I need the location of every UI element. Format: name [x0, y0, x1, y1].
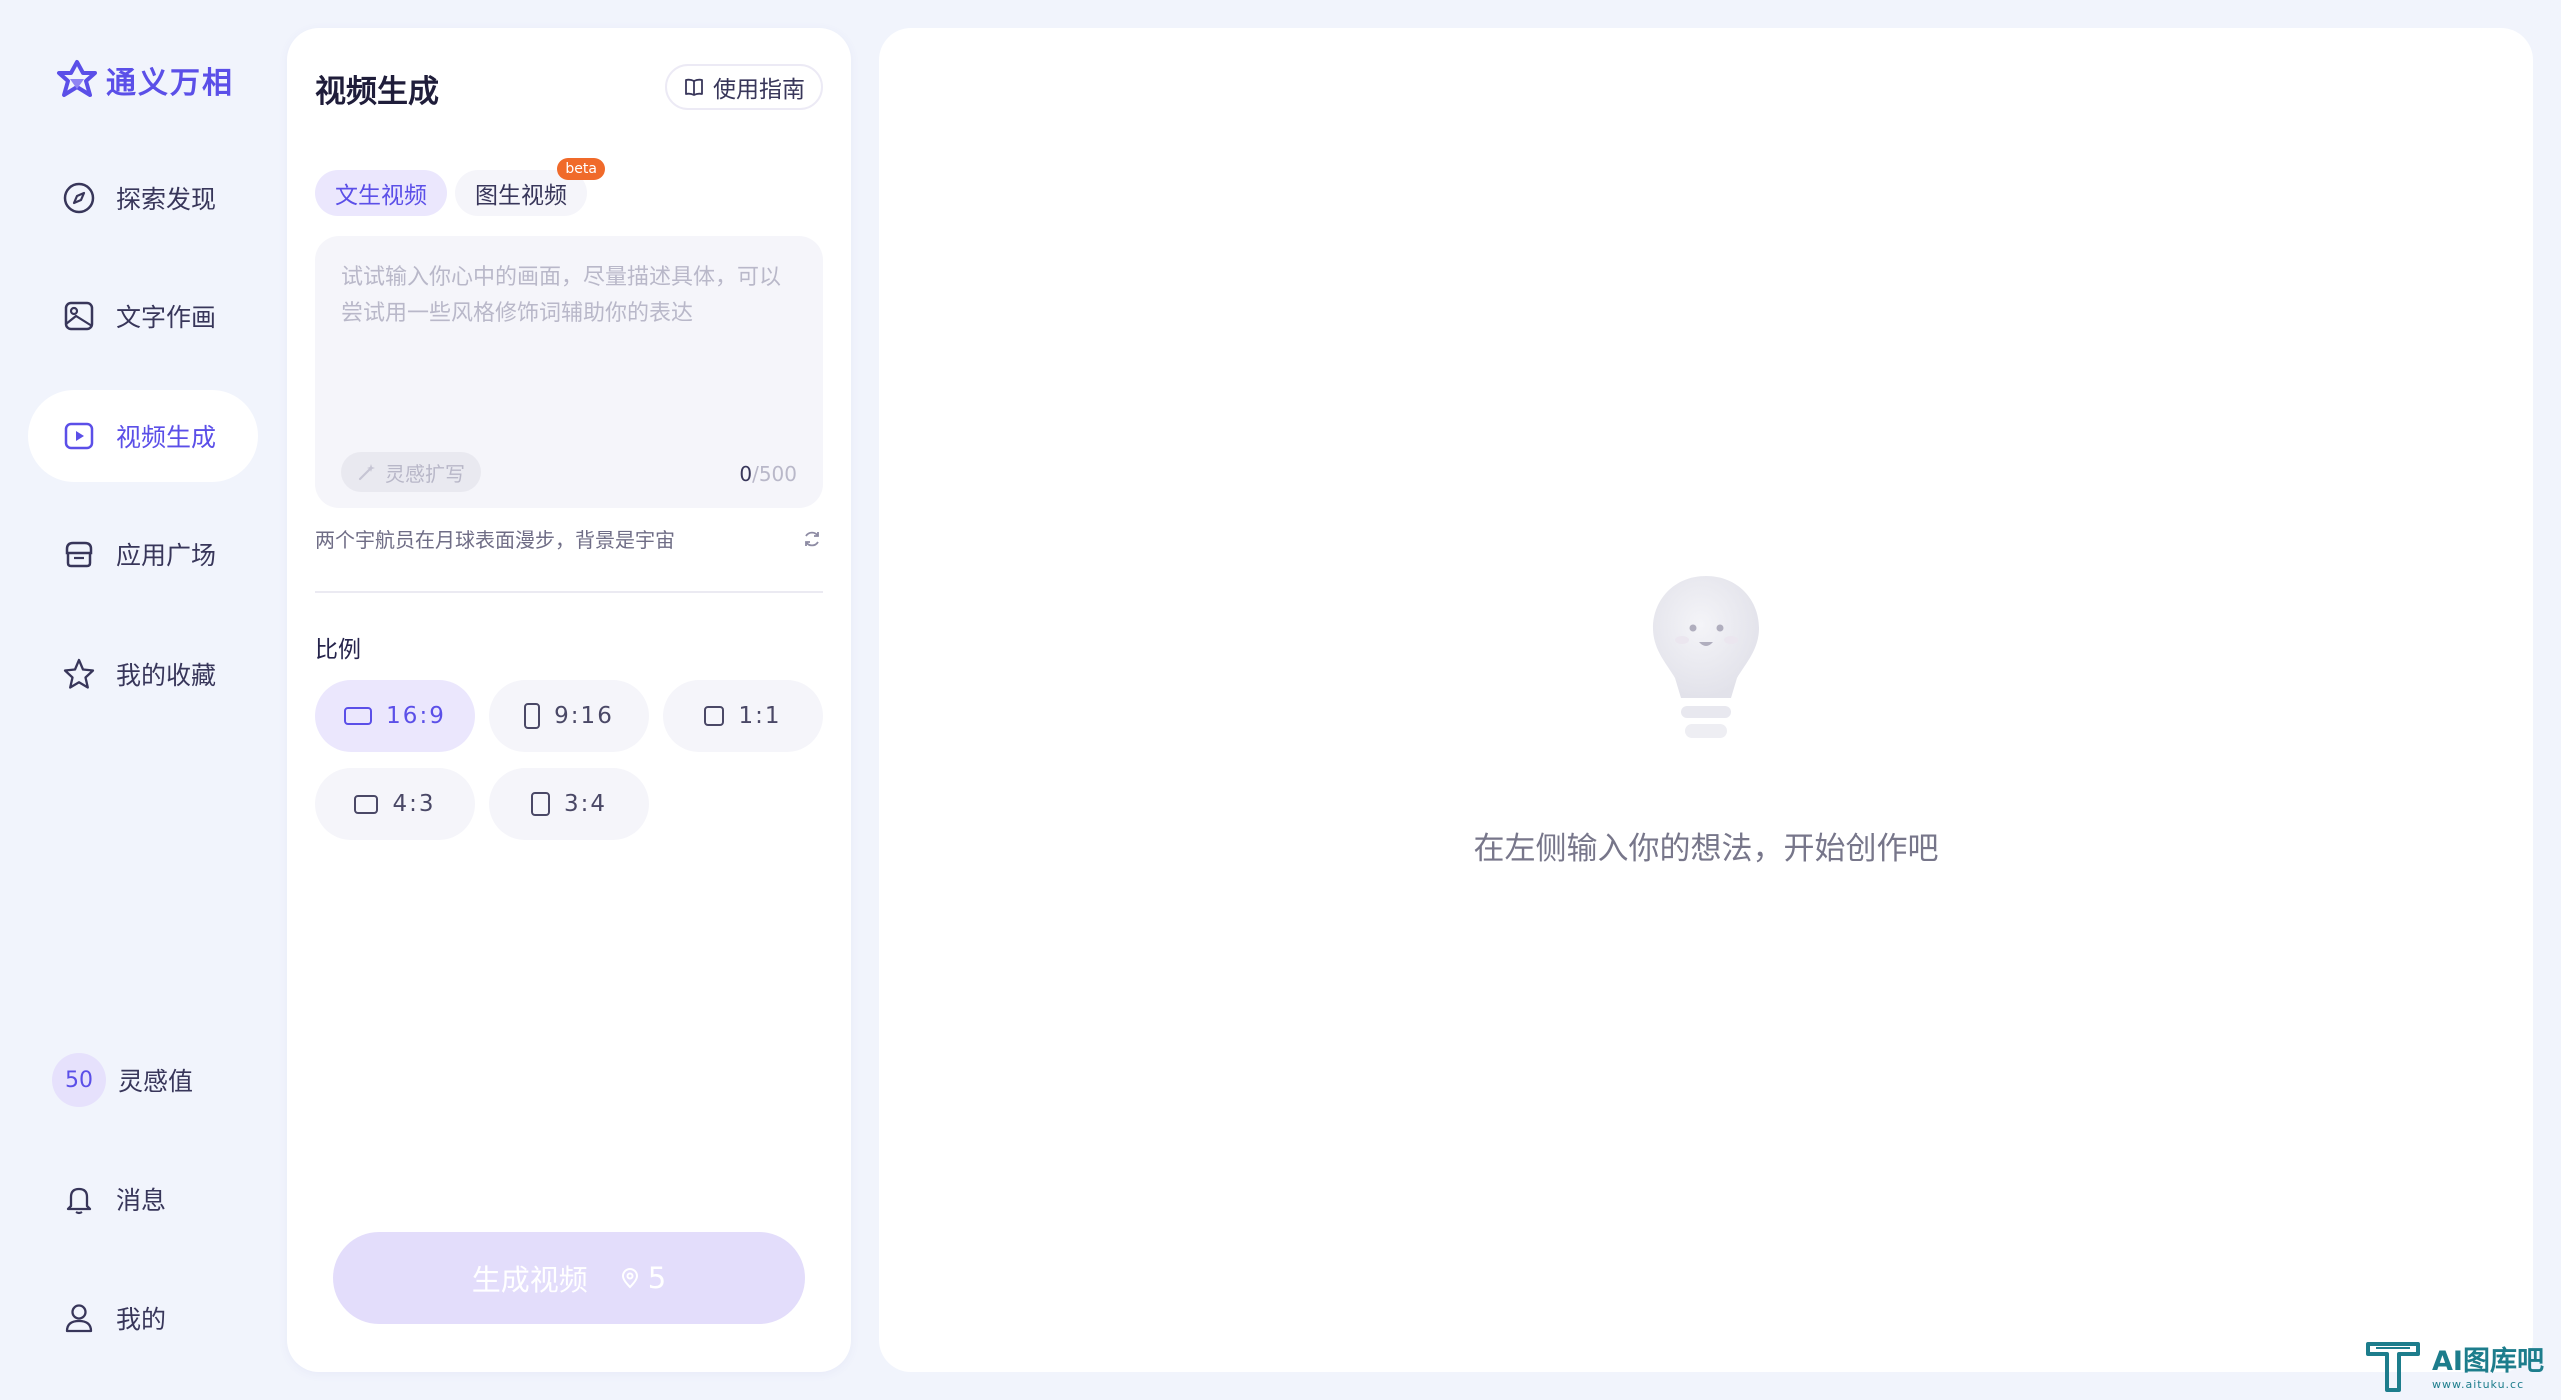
sidebar-item-label: 灵感值	[118, 1067, 194, 1096]
sidebar-item-points[interactable]: 50 灵感值	[28, 1034, 258, 1126]
divider	[315, 591, 823, 593]
square-ratio-icon	[704, 706, 725, 726]
brand-logo[interactable]: 通义万相	[56, 58, 234, 102]
tab-image-to-video[interactable]: 图生视频 beta	[455, 158, 605, 216]
char-count: 0	[739, 462, 753, 486]
sidebar-item-app-square[interactable]: 应用广场	[28, 508, 258, 600]
magic-wand-icon	[358, 464, 375, 481]
user-icon	[62, 1301, 96, 1335]
guide-button[interactable]: 使用指南	[665, 64, 823, 110]
refresh-icon[interactable]	[801, 528, 823, 550]
sidebar-item-label: 探索发现	[116, 185, 217, 214]
portrait-ratio-icon	[530, 792, 550, 816]
tab-label: 图生视频	[475, 183, 567, 209]
sidebar-item-label: 文字作画	[116, 303, 217, 332]
generate-label: 生成视频	[471, 1263, 588, 1297]
ratio-option-4-3[interactable]: 4:3	[315, 768, 475, 840]
generate-cost-value: 5	[647, 1261, 667, 1295]
generate-video-button[interactable]: 生成视频 5	[333, 1232, 805, 1324]
watermark-logo-icon	[2366, 1342, 2420, 1392]
sidebar-item-label: 消息	[116, 1186, 167, 1215]
compass-icon	[62, 181, 96, 215]
app-root: 通义万相 探索发现 文字作画 视频生成 应用广场 我的收藏 50 灵感值 消息 …	[0, 0, 2561, 1400]
mode-tabs: 文生视频 图生视频 beta	[315, 158, 605, 216]
sidebar-item-label: 视频生成	[116, 423, 217, 452]
prompt-input[interactable]: 试试输入你心中的画面，尽量描述具体，可以尝试用一些风格修饰词辅助你的表达 灵感扩…	[315, 236, 823, 508]
store-icon	[62, 537, 96, 571]
char-counter: 0/500	[739, 462, 797, 486]
ratio-label: 16:9	[386, 703, 446, 729]
landscape-ratio-icon	[344, 707, 373, 725]
sidebar: 通义万相 探索发现 文字作画 视频生成 应用广场 我的收藏 50 灵感值 消息 …	[0, 0, 286, 1400]
points-badge: 50	[52, 1053, 106, 1107]
location-pin-icon	[621, 1268, 638, 1289]
watermark-url: www.aituku.cc	[2432, 1378, 2525, 1391]
lightbulb-illustration	[1653, 576, 1759, 738]
panel-title: 视频生成	[315, 74, 439, 110]
sidebar-item-profile[interactable]: 我的	[28, 1272, 258, 1364]
generate-cost: 5	[618, 1261, 666, 1295]
sidebar-item-messages[interactable]: 消息	[28, 1153, 258, 1245]
bell-icon	[62, 1182, 96, 1216]
sidebar-item-video[interactable]: 视频生成	[28, 390, 258, 482]
char-max: /500	[752, 462, 797, 486]
star-icon	[62, 657, 96, 691]
beta-badge: beta	[557, 158, 605, 180]
ratio-option-3-4[interactable]: 3:4	[489, 768, 649, 840]
landscape-ratio-icon	[354, 794, 379, 814]
sidebar-item-favorites[interactable]: 我的收藏	[28, 628, 258, 720]
ratio-label: 9:16	[554, 703, 614, 729]
video-generation-panel: 视频生成 使用指南 文生视频 图生视频 beta 试试输入你心中的画面，尽量描述…	[287, 28, 851, 1372]
ratio-option-16-9[interactable]: 16:9	[315, 680, 475, 752]
image-frame-icon	[62, 299, 96, 333]
watermark: AI图库吧 www.aituku.cc	[2362, 1332, 2558, 1398]
tab-label: 文生视频	[335, 183, 427, 209]
prompt-placeholder: 试试输入你心中的画面，尽量描述具体，可以尝试用一些风格修饰词辅助你的表达	[341, 265, 782, 326]
watermark-title: AI图库吧	[2432, 1346, 2544, 1377]
empty-state-text: 在左侧输入你的想法，开始创作吧	[1473, 831, 1939, 867]
ratio-label: 4:3	[392, 791, 436, 817]
watermark-text: AI图库吧 www.aituku.cc	[2432, 1339, 2544, 1391]
brand-logo-icon	[57, 60, 97, 97]
preview-canvas: 在左侧输入你的想法，开始创作吧	[879, 28, 2533, 1372]
book-icon	[685, 78, 703, 96]
guide-label: 使用指南	[713, 77, 805, 103]
inspire-label: 灵感扩写	[385, 461, 465, 486]
inspire-expand-button[interactable]: 灵感扩写	[341, 452, 481, 492]
sidebar-item-label: 我的收藏	[116, 661, 217, 690]
ratio-section-label: 比例	[315, 637, 361, 663]
portrait-ratio-icon	[524, 703, 541, 729]
ratio-label: 1:1	[738, 703, 782, 729]
ratio-label: 3:4	[563, 791, 607, 817]
sidebar-item-label: 我的	[116, 1305, 167, 1334]
ratio-option-9-16[interactable]: 9:16	[489, 680, 649, 752]
sidebar-item-explore[interactable]: 探索发现	[28, 152, 258, 244]
prompt-suggestion[interactable]: 两个宇航员在月球表面漫步，背景是宇宙	[315, 524, 823, 553]
video-play-icon	[62, 419, 96, 453]
tab-text-to-video[interactable]: 文生视频	[315, 170, 447, 216]
brand-name: 通义万相	[106, 66, 234, 101]
sidebar-item-label: 应用广场	[116, 541, 217, 570]
sidebar-item-text-to-image[interactable]: 文字作画	[28, 270, 258, 362]
suggestion-text[interactable]: 两个宇航员在月球表面漫步，背景是宇宙	[315, 524, 675, 553]
ratio-option-1-1[interactable]: 1:1	[663, 680, 823, 752]
